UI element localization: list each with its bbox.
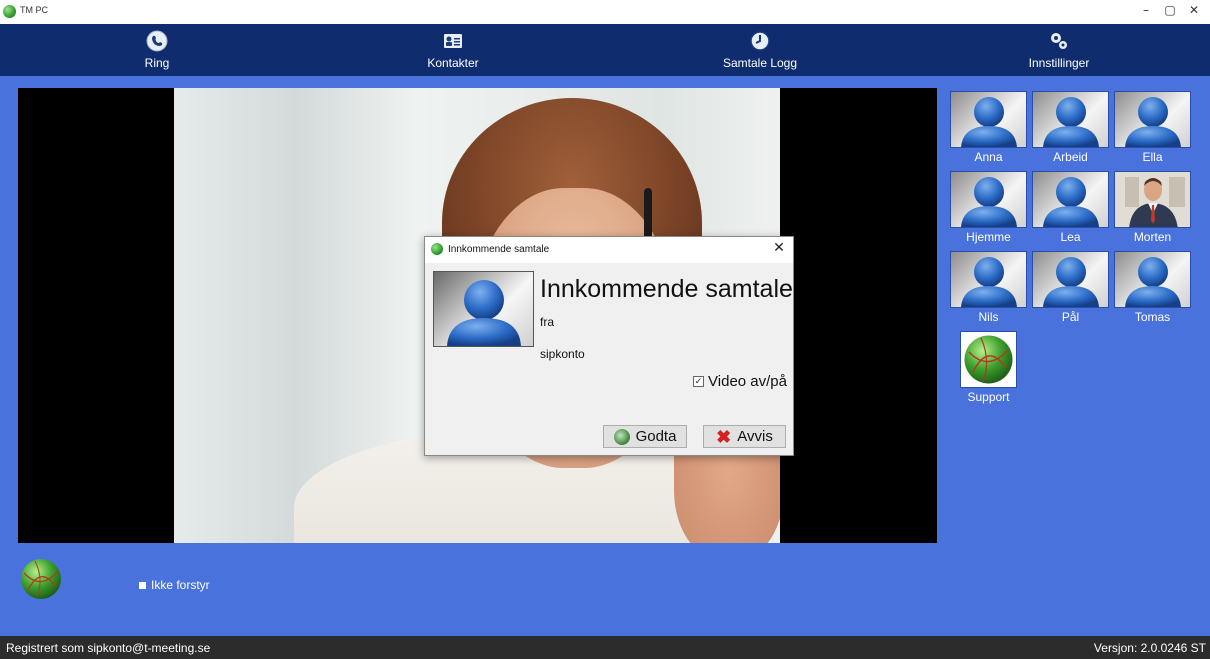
accept-label: Godta (635, 428, 677, 445)
contact-avatar (1114, 251, 1191, 308)
reject-x-icon: ✖ (716, 426, 732, 447)
contact-anna[interactable]: Anna (950, 91, 1027, 168)
contact-avatar (1032, 91, 1109, 148)
reject-button[interactable]: ✖ Avvis (703, 425, 786, 448)
person-silhouette-icon (960, 97, 1017, 147)
support-tile (960, 331, 1017, 388)
close-window-button[interactable]: ✕ (1184, 3, 1204, 17)
caller-avatar (433, 271, 534, 347)
dialog-close-button[interactable]: ✕ (771, 240, 787, 256)
contact-name: Tomas (1134, 310, 1171, 324)
nav-samtale-logg[interactable]: Samtale Logg (609, 24, 911, 76)
contact-name: Morten (1133, 230, 1172, 244)
person-silhouette-icon (1042, 257, 1099, 307)
contact-avatar (950, 251, 1027, 308)
contact-avatar (1032, 251, 1109, 308)
gears-icon (1051, 33, 1067, 49)
person-silhouette-icon (1042, 97, 1099, 147)
contact-avatar (950, 91, 1027, 148)
dnd-label: Ikke forstyr (151, 578, 210, 592)
person-silhouette-icon (446, 280, 521, 346)
nav-ring-label: Ring (144, 56, 170, 70)
do-not-disturb-toggle[interactable]: Ikke forstyr (139, 578, 210, 592)
video-toggle-label: Video av/på (708, 373, 787, 390)
dialog-globe-icon (431, 243, 443, 255)
contact-arbeid[interactable]: Arbeid (1032, 91, 1109, 168)
dialog-titlebar: Innkommende samtale ✕ (425, 237, 793, 263)
registration-status: Registrert som sipkonto@t-meeting.se (6, 641, 211, 655)
person-silhouette-icon (1124, 97, 1181, 147)
contact-avatar (950, 171, 1027, 228)
app-globe-icon (3, 5, 16, 18)
contact-avatar (1114, 91, 1191, 148)
contact-ella[interactable]: Ella (1114, 91, 1191, 168)
contact-tomas[interactable]: Tomas (1114, 251, 1191, 328)
contact-lea[interactable]: Lea (1032, 171, 1109, 248)
window-title: TM PC (20, 5, 48, 15)
video-checkbox[interactable]: ✓ (693, 376, 705, 387)
person-silhouette-icon (960, 177, 1017, 227)
contact-support[interactable]: Support (960, 331, 1017, 408)
maximize-button[interactable]: ▢ (1160, 3, 1180, 17)
contact-name: Arbeid (1053, 150, 1088, 164)
status-globe-icon[interactable] (19, 557, 63, 601)
contact-hjemme[interactable]: Hjemme (950, 171, 1027, 248)
contact-avatar (1032, 171, 1109, 228)
video-toggle[interactable]: ✓ Video av/på (693, 373, 787, 390)
dnd-checkbox[interactable] (139, 581, 146, 589)
person-silhouette-icon (1124, 257, 1181, 307)
man-portrait-icon (1115, 172, 1190, 227)
nav-kontakter-label: Kontakter (427, 56, 479, 70)
incoming-call-dialog: Innkommende samtale ✕ Innkommende samtal… (424, 236, 794, 456)
nav-kontakter[interactable]: Kontakter (302, 24, 604, 76)
contact-nils[interactable]: Nils (950, 251, 1027, 328)
nav-innstillinger[interactable]: Innstillinger (908, 24, 1210, 76)
contact-name: Ella (1142, 150, 1163, 164)
caller-name: sipkonto (540, 347, 585, 361)
contacts-card-icon (444, 34, 462, 48)
dialog-heading: Innkommende samtale (540, 275, 793, 303)
nav-ring[interactable]: Ring (6, 24, 308, 76)
contact-name: Lea (1060, 230, 1081, 244)
window-titlebar: TM PC – ▢ ✕ (0, 0, 1210, 24)
contact-name: Pål (1061, 310, 1080, 324)
contact-morten[interactable]: Morten (1114, 171, 1191, 248)
status-bar: Registrert som sipkonto@t-meeting.se Ver… (0, 636, 1210, 659)
contact-pal[interactable]: Pål (1032, 251, 1109, 328)
contact-name: Anna (974, 150, 1003, 164)
contact-name: Hjemme (966, 230, 1011, 244)
minimize-button[interactable]: – (1136, 3, 1156, 17)
reject-label: Avvis (737, 428, 773, 445)
contact-name: Support (967, 390, 1010, 404)
clock-icon (750, 31, 770, 51)
from-label: fra (540, 315, 555, 329)
person-silhouette-icon (960, 257, 1017, 307)
nav-samtale-logg-label: Samtale Logg (722, 56, 798, 70)
accept-call-icon (613, 428, 630, 445)
nav-innstillinger-label: Innstillinger (1028, 56, 1090, 70)
person-silhouette-icon (1042, 177, 1099, 227)
contact-photo (1114, 171, 1191, 228)
phone-globe-icon (146, 30, 168, 52)
contact-name: Nils (978, 310, 999, 324)
top-navigation: Ring Kontakter Samtale Logg Innstillinge… (0, 24, 1210, 76)
accept-button[interactable]: Godta (603, 425, 687, 448)
version-label: Versjon: 2.0.0246 ST (1093, 641, 1206, 655)
dialog-title: Innkommende samtale (448, 244, 550, 255)
support-globe-icon (964, 335, 1013, 384)
